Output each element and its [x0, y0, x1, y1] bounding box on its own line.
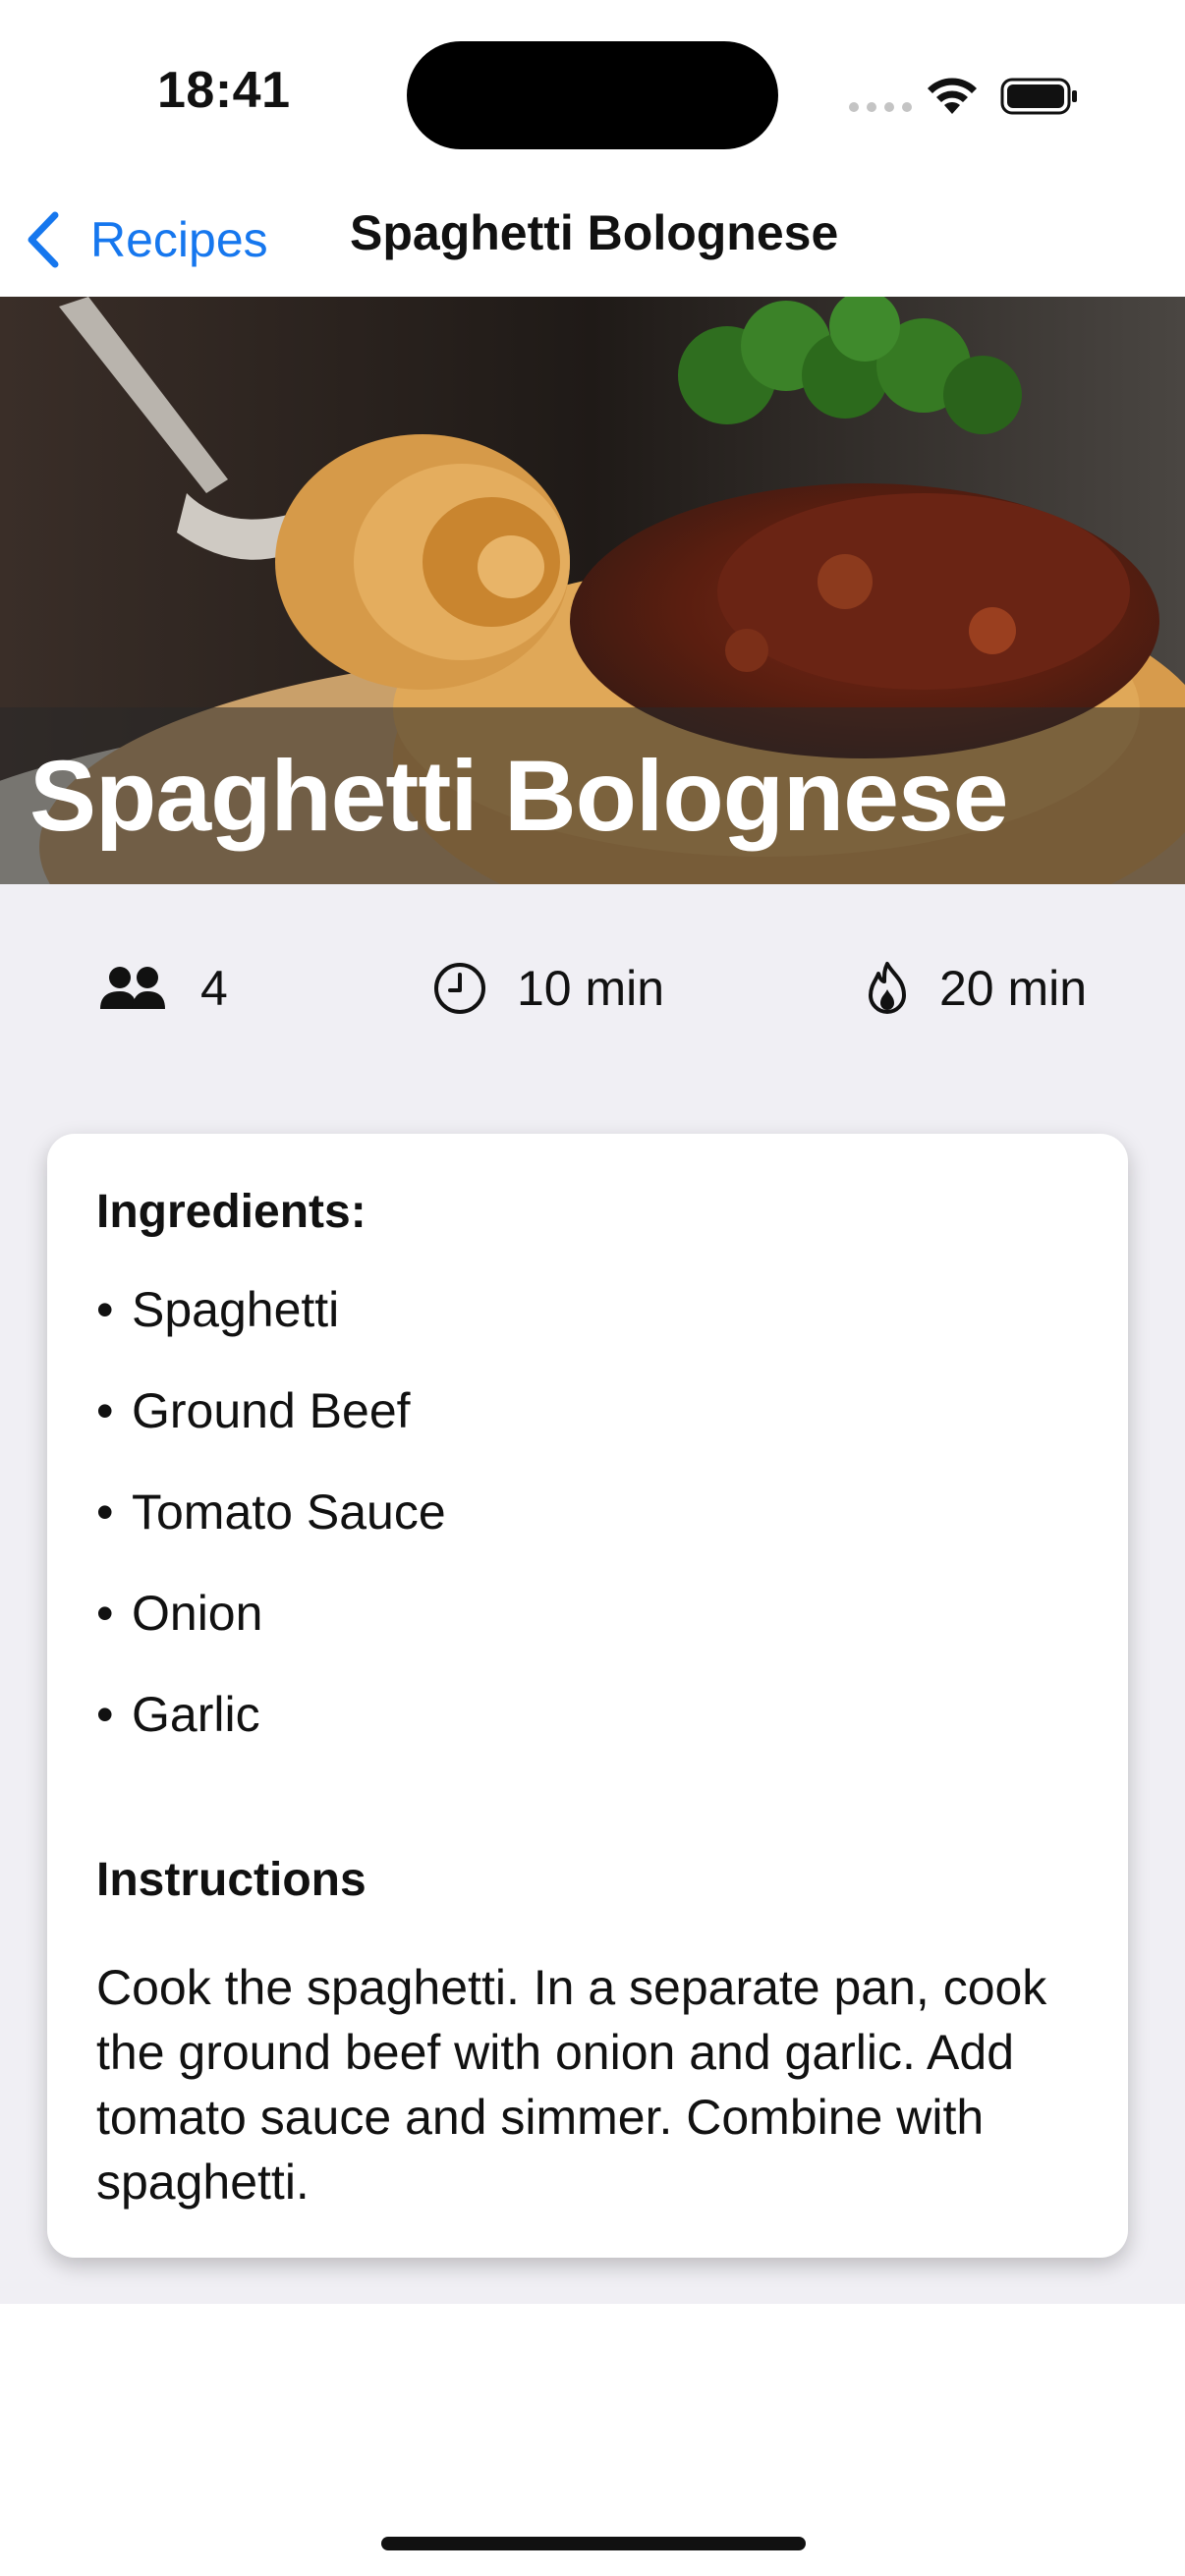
nav-title: Spaghetti Bolognese	[350, 205, 839, 260]
instructions-text: Cook the spaghetti. In a separate pan, c…	[96, 1960, 1047, 2210]
recipe-stats: 4 10 min 20 min	[0, 941, 1185, 1036]
cook-time-stat: 20 min	[865, 941, 1087, 1036]
ingredients-heading: Ingredients:	[96, 1186, 367, 1238]
cook-time-value: 20 min	[939, 961, 1088, 1016]
back-button[interactable]: Recipes	[22, 200, 268, 279]
navigation-bar: Recipes Spaghetti Bolognese	[0, 187, 1185, 297]
flame-icon	[869, 962, 906, 1014]
home-indicator[interactable]	[381, 2537, 806, 2550]
bullet: •	[96, 1484, 114, 1540]
ingredient-item: • Spaghetti	[96, 1281, 446, 1382]
ingredient-list: • Spaghetti • Ground Beef • Tomato Sauce…	[96, 1281, 446, 1787]
hero-title: Spaghetti Bolognese	[29, 740, 1008, 852]
people-icon	[100, 967, 165, 1009]
ingredient-item: • Ground Beef	[96, 1382, 446, 1484]
bullet: •	[96, 1687, 114, 1742]
ingredient-label: Onion	[132, 1586, 263, 1641]
servings-stat: 4	[98, 941, 228, 1036]
ingredient-label: Tomato Sauce	[132, 1484, 446, 1540]
ingredient-item: • Onion	[96, 1585, 446, 1686]
status-bar: 18:41	[0, 0, 1185, 187]
ingredient-label: Spaghetti	[132, 1282, 340, 1337]
status-time: 18:41	[157, 62, 291, 119]
battery-icon	[1000, 78, 1077, 115]
back-button-label: Recipes	[90, 212, 268, 267]
recipe-card: Ingredients: • Spaghetti • Ground Beef •…	[47, 1134, 1128, 2258]
bullet: •	[96, 1383, 114, 1438]
dynamic-island	[407, 41, 778, 149]
prep-time-value: 10 min	[517, 961, 665, 1016]
chevron-left-icon	[28, 211, 59, 268]
servings-value: 4	[200, 961, 228, 1016]
prep-time-stat: 10 min	[432, 941, 664, 1036]
cellular-signal-icon	[849, 102, 912, 112]
ingredient-label: Ground Beef	[132, 1383, 411, 1438]
hero-image: Spaghetti Bolognese	[0, 297, 1185, 884]
bullet: •	[96, 1282, 114, 1337]
ingredient-item: • Tomato Sauce	[96, 1484, 446, 1585]
wifi-icon	[928, 78, 977, 114]
clock-icon	[434, 963, 485, 1014]
instructions-heading: Instructions	[96, 1854, 367, 1906]
bullet: •	[96, 1586, 114, 1641]
ingredient-item: • Garlic	[96, 1686, 446, 1787]
ingredient-label: Garlic	[132, 1687, 260, 1742]
